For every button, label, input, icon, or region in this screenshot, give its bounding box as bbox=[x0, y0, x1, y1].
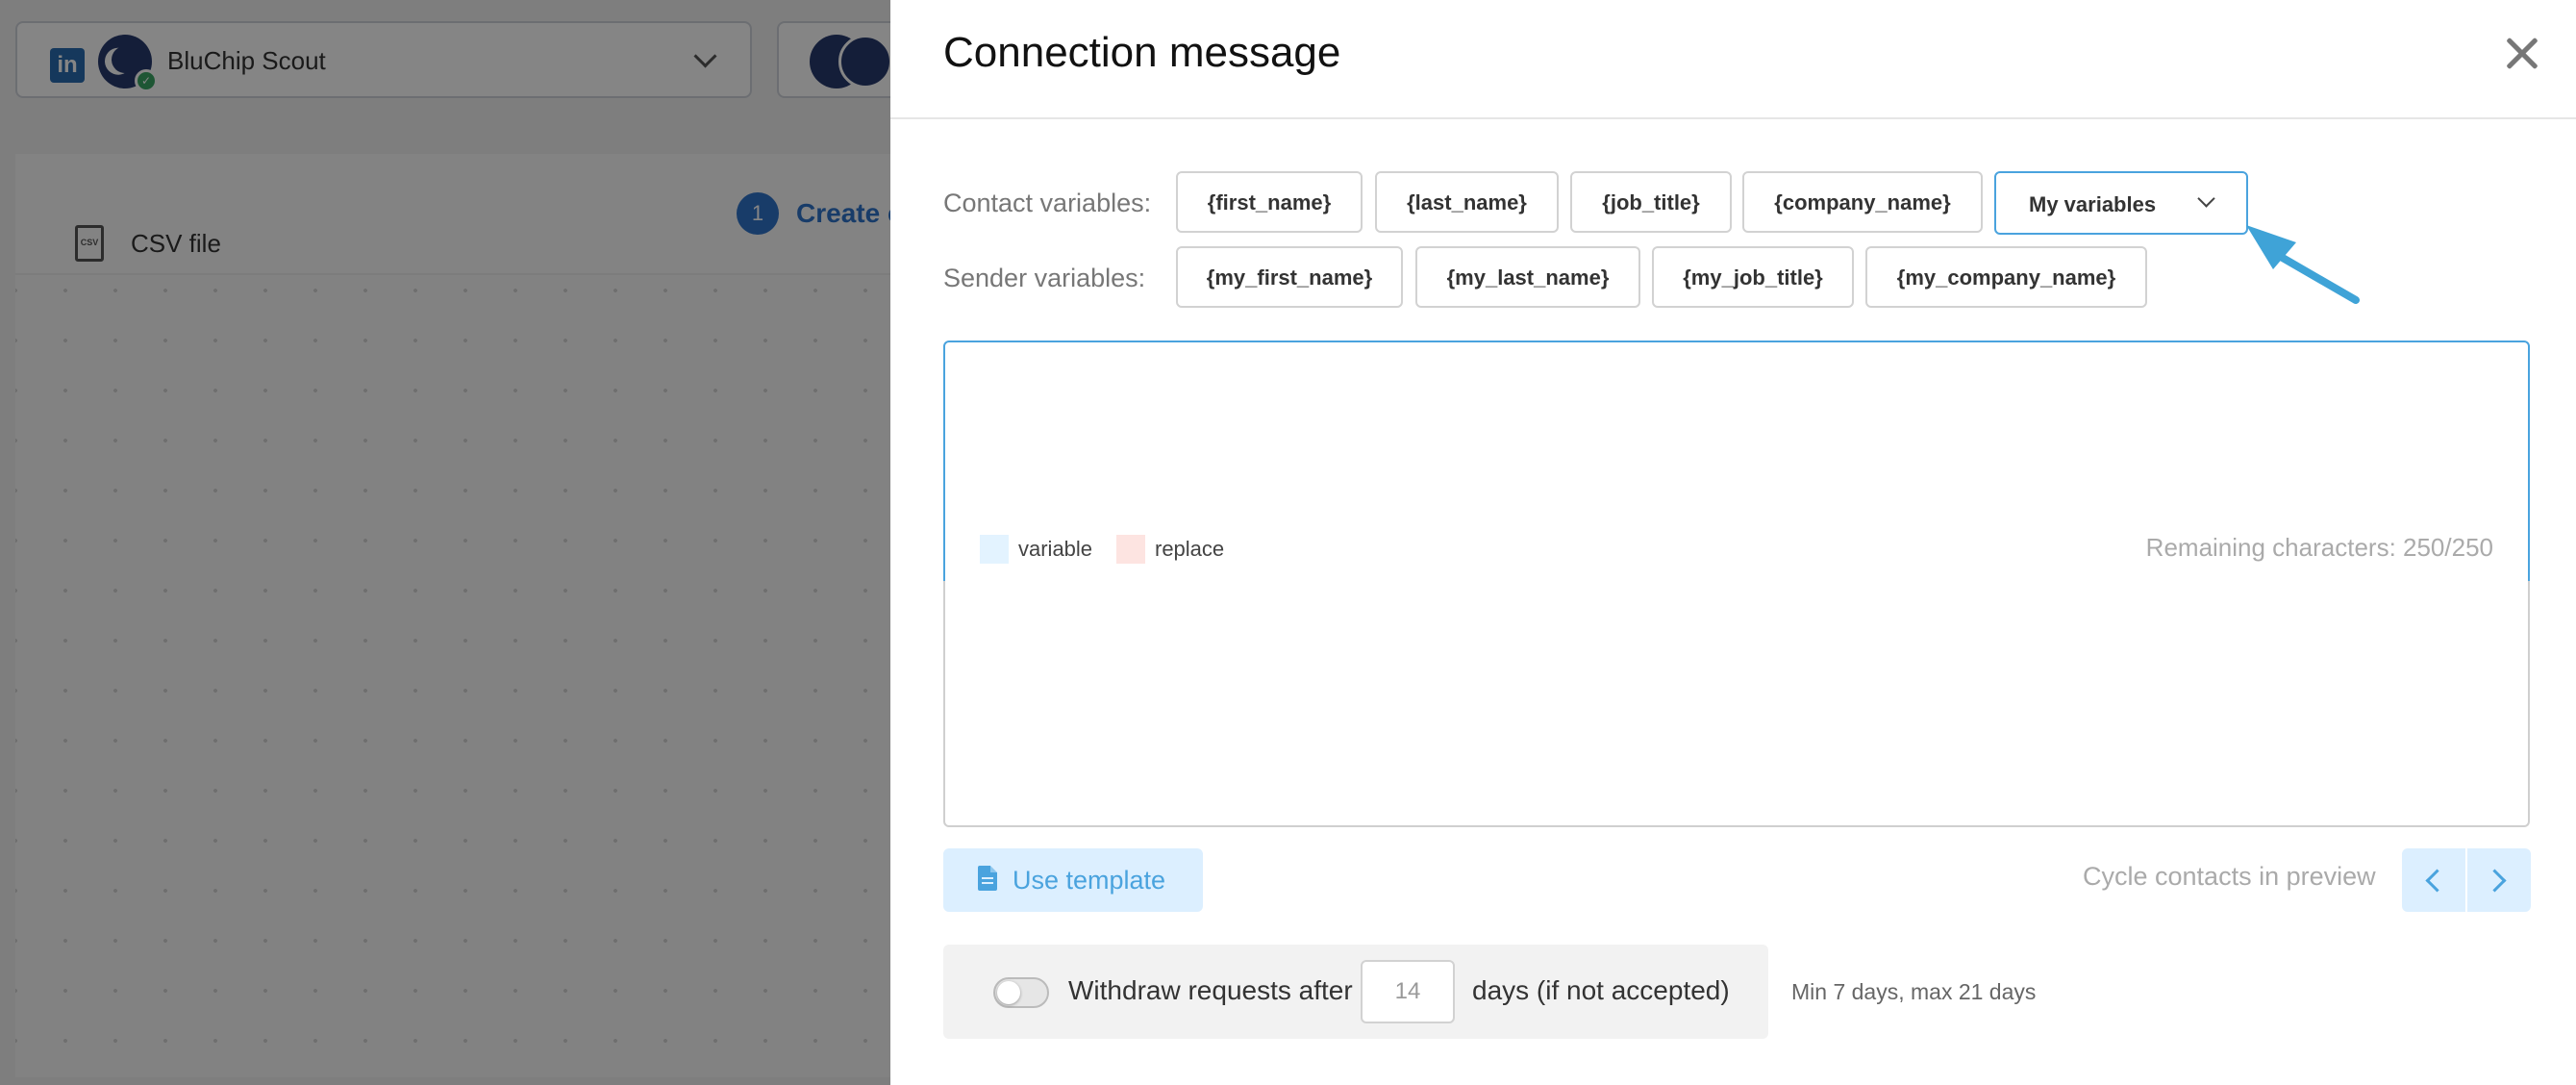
variable-legend-swatch bbox=[980, 535, 1009, 564]
replace-legend-swatch bbox=[1116, 535, 1145, 564]
withdraw-requests-setting: Withdraw requests after days (if not acc… bbox=[943, 945, 1768, 1039]
replace-legend-label: replace bbox=[1155, 537, 1225, 561]
withdraw-days-input[interactable] bbox=[1361, 960, 1455, 1023]
contact-variables-label: Contact variables: bbox=[943, 189, 1152, 217]
variable-my-last-name-button[interactable]: {my_last_name} bbox=[1415, 246, 1640, 308]
withdraw-label: Withdraw requests after bbox=[1068, 975, 1353, 1005]
drawer-title: Connection message bbox=[943, 29, 1341, 76]
variable-last-name-button[interactable]: {last_name} bbox=[1375, 171, 1559, 233]
variable-first-name-button[interactable]: {first_name} bbox=[1176, 171, 1363, 233]
message-editor[interactable]: variable replace Remaining characters: 2… bbox=[943, 341, 2530, 583]
my-variables-label: My variables bbox=[2029, 192, 2157, 216]
connection-message-drawer: Connection message Contact variables: {f… bbox=[890, 0, 2576, 1085]
withdraw-toggle[interactable] bbox=[993, 977, 1049, 1008]
close-icon[interactable] bbox=[2498, 29, 2546, 77]
pointer-arrow-icon bbox=[2246, 225, 2360, 304]
min-max-hint: Min 7 days, max 21 days bbox=[1791, 979, 2037, 1004]
withdraw-days-suffix: days (if not accepted) bbox=[1472, 975, 1730, 1005]
variable-legend-label: variable bbox=[1018, 537, 1093, 561]
chevron-left-icon bbox=[2425, 869, 2449, 893]
cycle-contacts-label: Cycle contacts in preview bbox=[2083, 862, 2376, 891]
sender-variables-label: Sender variables: bbox=[943, 264, 1146, 292]
message-preview bbox=[943, 581, 2530, 827]
variable-job-title-button[interactable]: {job_title} bbox=[1570, 171, 1732, 233]
toggle-knob bbox=[997, 981, 1020, 1004]
variable-my-first-name-button[interactable]: {my_first_name} bbox=[1176, 246, 1403, 308]
document-icon bbox=[978, 866, 997, 891]
chevron-right-icon bbox=[2483, 869, 2507, 893]
variable-company-name-button[interactable]: {company_name} bbox=[1742, 171, 1983, 233]
chevron-down-icon bbox=[2197, 189, 2215, 208]
variable-my-company-name-button[interactable]: {my_company_name} bbox=[1865, 246, 2147, 308]
use-template-label: Use template bbox=[1013, 866, 1166, 895]
next-contact-button[interactable] bbox=[2467, 848, 2531, 912]
variable-my-job-title-button[interactable]: {my_job_title} bbox=[1652, 246, 1854, 308]
use-template-button[interactable]: Use template bbox=[943, 848, 1203, 912]
drawer-header: Connection message bbox=[890, 0, 2576, 119]
my-variables-dropdown[interactable]: My variables bbox=[1994, 171, 2248, 235]
remaining-characters: Remaining characters: 250/250 bbox=[2145, 533, 2493, 562]
previous-contact-button[interactable] bbox=[2402, 848, 2465, 912]
